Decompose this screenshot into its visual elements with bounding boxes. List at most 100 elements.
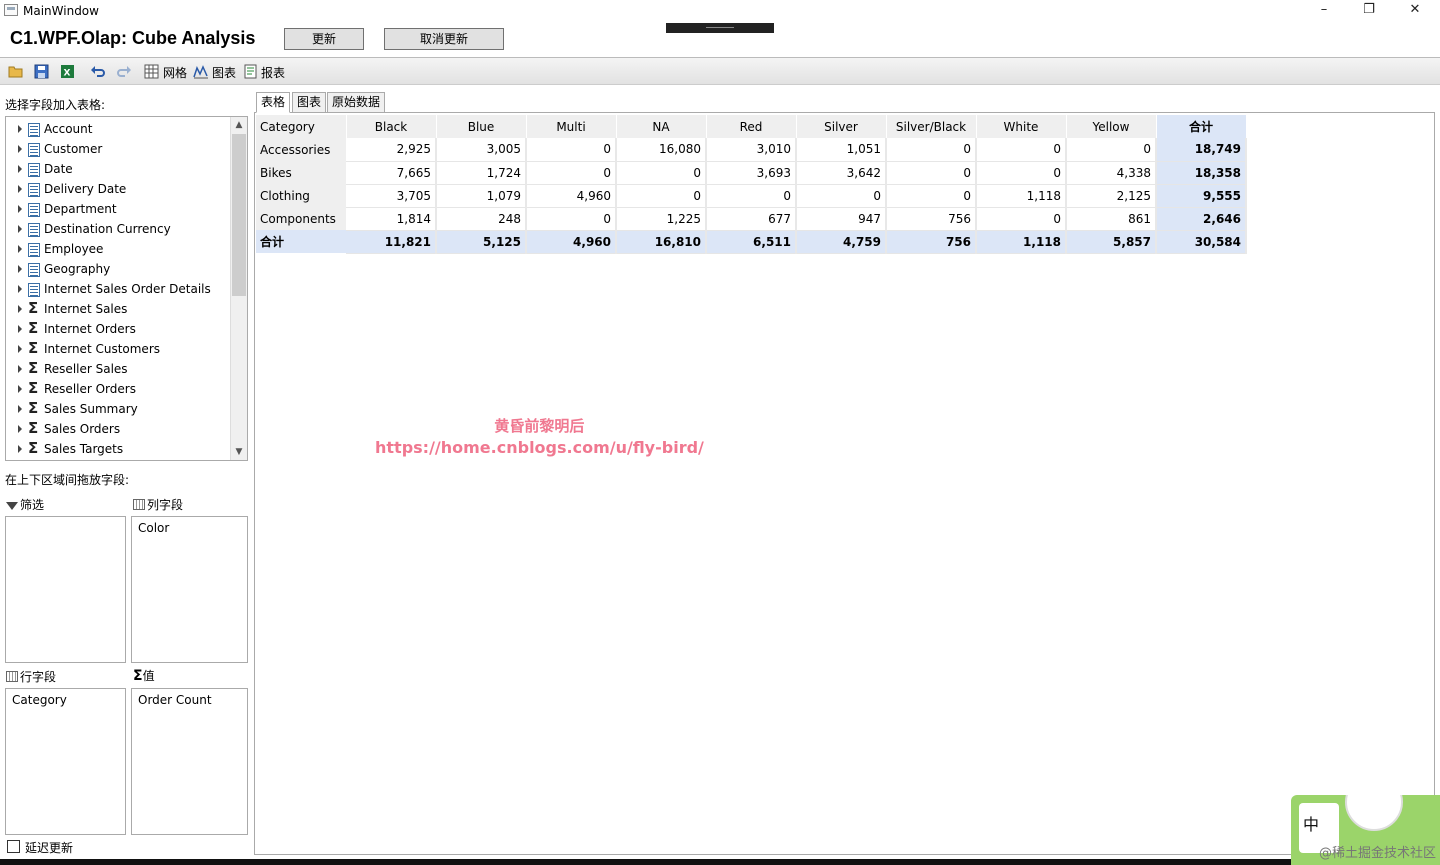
expand-arrow-icon[interactable] <box>18 165 22 173</box>
value-cell[interactable]: 0 <box>706 184 797 208</box>
value-cell[interactable]: 3,005 <box>436 138 527 162</box>
grand-total-cell[interactable]: 18,749 <box>1156 138 1247 162</box>
redo-icon[interactable] <box>116 64 132 79</box>
tree-item[interactable]: Department <box>6 199 231 219</box>
grand-total-cell[interactable]: 9,555 <box>1156 184 1247 208</box>
expand-arrow-icon[interactable] <box>18 245 22 253</box>
value-cell[interactable]: 11,821 <box>346 230 437 254</box>
row-header[interactable]: Components <box>256 207 346 230</box>
value-cell[interactable]: 4,759 <box>796 230 887 254</box>
value-cell[interactable]: 0 <box>886 138 977 162</box>
row-header[interactable]: Accessories <box>256 138 346 161</box>
grand-total-cell[interactable]: 18,358 <box>1156 161 1247 185</box>
value-cell[interactable]: 756 <box>886 207 977 231</box>
column-field-item[interactable]: Color <box>138 521 169 535</box>
value-cell[interactable]: 3,642 <box>796 161 887 185</box>
value-cell[interactable]: 16,810 <box>616 230 707 254</box>
value-cell[interactable]: 7,665 <box>346 161 437 185</box>
tree-item[interactable]: Customer <box>6 139 231 159</box>
column-header[interactable]: Multi <box>526 115 617 138</box>
value-cell[interactable]: 4,338 <box>1066 161 1157 185</box>
column-header[interactable]: Silver <box>796 115 887 138</box>
excel-export-icon[interactable]: X <box>60 64 76 79</box>
scroll-thumb[interactable] <box>232 134 246 296</box>
value-cell[interactable]: 4,960 <box>526 184 617 208</box>
ime-mode[interactable]: 中 <box>1303 811 1319 835</box>
column-header[interactable]: Blue <box>436 115 527 138</box>
tree-item[interactable]: Σ Internet Orders <box>6 319 231 339</box>
value-cell[interactable]: 1,118 <box>976 230 1067 254</box>
olap-grid[interactable]: Category Black Blue Multi NA Red Silver … <box>256 115 1247 254</box>
row-fields-drop-zone[interactable]: Category <box>5 688 126 835</box>
value-cell[interactable]: 0 <box>976 138 1067 162</box>
value-cell[interactable]: 5,857 <box>1066 230 1157 254</box>
tab-grid[interactable]: 表格 <box>256 92 291 113</box>
report-label[interactable]: 报表 <box>261 64 285 81</box>
expand-arrow-icon[interactable] <box>18 185 22 193</box>
update-button[interactable]: 更新 <box>284 28 364 50</box>
value-cell[interactable]: 1,051 <box>796 138 887 162</box>
grand-total-header[interactable]: 合计 <box>1156 115 1247 138</box>
value-cell[interactable]: 0 <box>796 184 887 208</box>
value-cell[interactable]: 947 <box>796 207 887 231</box>
value-cell[interactable]: 3,010 <box>706 138 797 162</box>
tree-item[interactable]: Destination Currency <box>6 219 231 239</box>
tab-chart[interactable]: 图表 <box>292 92 327 113</box>
value-cell[interactable]: 1,724 <box>436 161 527 185</box>
tab-raw-data[interactable]: 原始数据 <box>327 92 386 113</box>
column-header[interactable]: Red <box>706 115 797 138</box>
grid-view-icon[interactable] <box>144 64 160 79</box>
expand-arrow-icon[interactable] <box>18 205 22 213</box>
tree-item[interactable]: Σ Sales Targets <box>6 439 231 459</box>
tree-item[interactable]: Account <box>6 119 231 139</box>
value-cell[interactable]: 0 <box>976 207 1067 231</box>
save-icon[interactable] <box>34 64 50 79</box>
value-cell[interactable]: 5,125 <box>436 230 527 254</box>
value-cell[interactable]: 1,225 <box>616 207 707 231</box>
scroll-up-icon[interactable]: ▲ <box>231 117 247 133</box>
cancel-update-button[interactable]: 取消更新 <box>384 28 504 50</box>
value-cell[interactable]: 0 <box>616 161 707 185</box>
expand-arrow-icon[interactable] <box>18 265 22 273</box>
values-drop-zone[interactable]: Order Count <box>131 688 248 835</box>
value-cell[interactable]: 3,693 <box>706 161 797 185</box>
tree-item[interactable]: Internet Sales Order Details <box>6 279 231 299</box>
column-header[interactable]: Yellow <box>1066 115 1157 138</box>
value-cell[interactable]: 6,511 <box>706 230 797 254</box>
value-cell[interactable]: 1,118 <box>976 184 1067 208</box>
expand-arrow-icon[interactable] <box>18 385 22 393</box>
expand-arrow-icon[interactable] <box>18 425 22 433</box>
grand-total-cell[interactable]: 30,584 <box>1156 230 1247 254</box>
value-cell[interactable]: 0 <box>616 184 707 208</box>
column-header[interactable]: Black <box>346 115 437 138</box>
expand-arrow-icon[interactable] <box>18 325 22 333</box>
tree-scrollbar[interactable]: ▲ ▼ <box>230 117 247 460</box>
expand-arrow-icon[interactable] <box>18 365 22 373</box>
tree-item[interactable]: Σ Reseller Orders <box>6 379 231 399</box>
expand-arrow-icon[interactable] <box>18 345 22 353</box>
field-tree[interactable]: Account Customer Date Delivery Date Departme… <box>5 116 248 461</box>
row-header[interactable]: Bikes <box>256 161 346 184</box>
chart-view-icon[interactable] <box>193 64 209 79</box>
value-cell[interactable]: 0 <box>886 161 977 185</box>
expand-arrow-icon[interactable] <box>18 405 22 413</box>
filter-drop-zone[interactable] <box>5 516 126 663</box>
value-cell[interactable]: 2,125 <box>1066 184 1157 208</box>
value-cell[interactable]: 0 <box>1066 138 1157 162</box>
value-cell[interactable]: 3,705 <box>346 184 437 208</box>
defer-update-checkbox[interactable] <box>7 840 20 853</box>
value-cell[interactable]: 16,080 <box>616 138 707 162</box>
column-fields-drop-zone[interactable]: Color <box>131 516 248 663</box>
tree-item[interactable]: Geography <box>6 259 231 279</box>
value-cell[interactable]: 677 <box>706 207 797 231</box>
value-cell[interactable]: 2,925 <box>346 138 437 162</box>
value-cell[interactable]: 0 <box>526 138 617 162</box>
close-button[interactable]: ✕ <box>1392 0 1438 22</box>
chart-view-label[interactable]: 图表 <box>212 64 236 81</box>
column-header[interactable]: White <box>976 115 1067 138</box>
expand-arrow-icon[interactable] <box>18 445 22 453</box>
value-cell[interactable]: 0 <box>526 207 617 231</box>
value-cell[interactable]: 1,814 <box>346 207 437 231</box>
expand-arrow-icon[interactable] <box>18 285 22 293</box>
tree-item[interactable]: Σ Internet Sales <box>6 299 231 319</box>
